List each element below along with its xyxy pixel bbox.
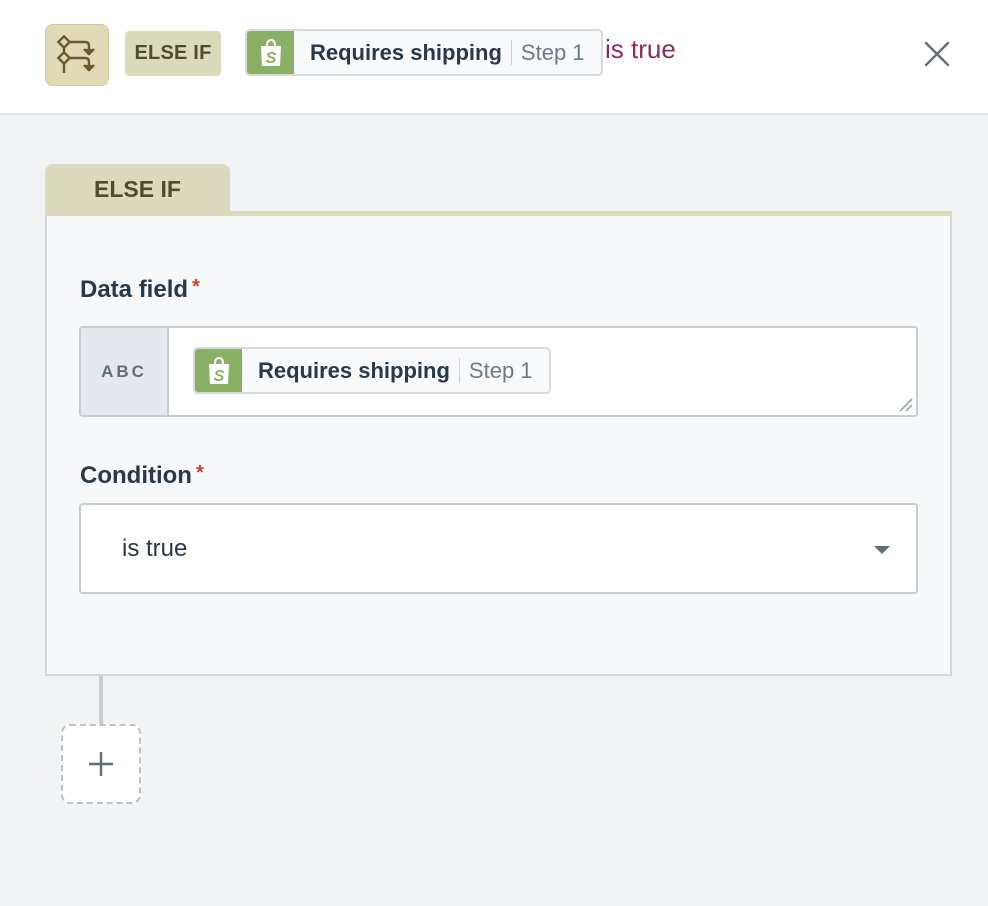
data-pill: S Requires shipping Step 1 (245, 29, 603, 76)
shopify-icon: S (195, 349, 242, 392)
svg-text:S: S (213, 368, 224, 385)
plus-icon (89, 752, 113, 776)
close-button[interactable] (920, 37, 954, 71)
else-if-tab: ELSE IF (45, 164, 230, 214)
step-type-tag: ELSE IF (125, 31, 221, 76)
pill-field-name: Requires shipping (258, 357, 450, 383)
close-icon (924, 41, 950, 67)
pill-step-label: Step 1 (520, 39, 585, 65)
pill-field-name: Requires shipping (310, 39, 502, 65)
condition-label: Condition * (80, 462, 204, 490)
condition-select[interactable]: is true (79, 503, 918, 594)
resize-handle-icon[interactable] (897, 396, 913, 412)
pill-separator (458, 358, 460, 383)
data-field-label-text: Data field (80, 276, 189, 303)
condition-summary: is true (605, 34, 676, 64)
data-pill[interactable]: S Requires shipping Step 1 (193, 347, 551, 394)
shopify-icon: S (247, 31, 294, 74)
add-step-button[interactable] (61, 724, 141, 804)
connector-line (99, 676, 103, 726)
condition-select-value: is true (122, 534, 188, 562)
svg-text:S: S (265, 50, 276, 67)
type-badge: ABC (81, 328, 169, 415)
data-field-input[interactable]: ABC S Requires shipping Step 1 (79, 326, 918, 417)
data-field-label: Data field * (80, 276, 200, 304)
step-header: ELSE IF S Requires shipping Step 1 is tr… (0, 0, 988, 115)
condition-label-text: Condition (80, 462, 192, 489)
required-mark: * (192, 276, 200, 298)
chevron-down-icon (874, 546, 890, 554)
pill-step-label: Step 1 (468, 357, 533, 383)
required-mark: * (195, 462, 204, 484)
branch-icon (45, 24, 109, 86)
pill-separator (510, 40, 512, 65)
